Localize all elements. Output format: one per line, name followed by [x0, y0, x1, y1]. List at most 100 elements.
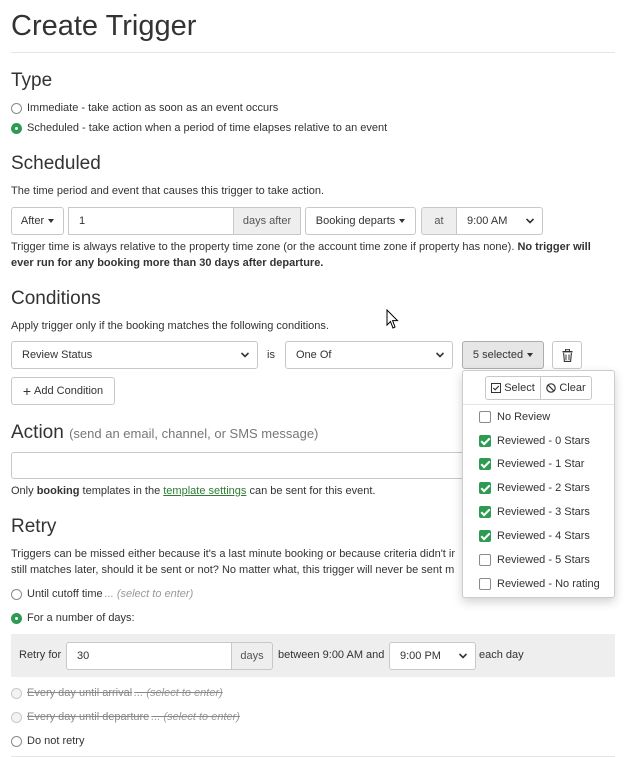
at-addon: at: [421, 207, 457, 235]
days-after-addon: days after: [233, 207, 301, 235]
dropdown-option[interactable]: No Review: [479, 411, 550, 423]
direction-label: After: [20, 215, 45, 227]
retry-option-hint: ... (select to enter): [104, 588, 194, 600]
retry-option-label: Do not retry: [27, 735, 85, 747]
event-label: Booking departs: [315, 215, 396, 227]
dropdown-option-label: Reviewed - 3 Stars: [497, 506, 590, 518]
type-option-scheduled[interactable]: Scheduled - take action when a period of…: [11, 122, 387, 134]
checkbox-checked-icon[interactable]: [479, 506, 491, 518]
delete-condition-button[interactable]: [552, 341, 582, 369]
retry-for-label: Retry for: [19, 649, 62, 661]
radio-disabled-icon[interactable]: [11, 687, 22, 699]
note-bold-text: No trigger will: [517, 241, 591, 253]
menu-divider: [463, 404, 614, 405]
caret-down-icon: [48, 219, 55, 223]
retry-option-hint: ... (select to enter): [134, 687, 223, 699]
retry-option-until-arrival[interactable]: Every day until arrival... (select to en…: [11, 687, 223, 699]
action-heading: Action (send an email, channel, or SMS m…: [11, 422, 318, 444]
radio-checked-icon[interactable]: [11, 612, 22, 624]
help-bold-part: booking: [36, 485, 80, 497]
help-text-part: templates in the: [82, 485, 161, 497]
type-option-label: Immediate - take action as soon as an ev…: [27, 102, 279, 114]
retry-each-day-label: each day: [479, 649, 524, 661]
retry-option-number-of-days[interactable]: For a number of days:: [11, 612, 135, 624]
checkbox-unchecked-icon[interactable]: [479, 554, 491, 566]
action-subheading: (send an email, channel, or SMS message): [69, 426, 319, 441]
page-title: Create Trigger: [11, 10, 197, 42]
caret-down-icon: [527, 353, 534, 357]
select-all-label: Select: [504, 382, 535, 394]
amount-input[interactable]: 1: [68, 207, 234, 235]
add-condition-button[interactable]: + Add Condition: [11, 377, 115, 405]
radio-unchecked-icon[interactable]: [11, 735, 22, 747]
retry-end-time-value: 9:00 PM: [400, 650, 441, 662]
dropdown-option[interactable]: Reviewed - 3 Stars: [479, 506, 590, 518]
retry-description-line2: still matches later, should it be sent o…: [11, 564, 455, 576]
plus-icon: +: [22, 383, 32, 399]
condition-operator-select[interactable]: One Of: [285, 341, 453, 369]
checkbox-checked-icon[interactable]: [479, 458, 491, 470]
retry-option-label: Every day until departure... (select to …: [27, 711, 240, 723]
retry-heading: Retry: [11, 516, 57, 537]
dropdown-option-label: Reviewed - 5 Stars: [497, 554, 590, 566]
chevron-down-icon: [436, 352, 444, 358]
retry-days-input[interactable]: 30: [66, 642, 232, 670]
condition-field-select[interactable]: Review Status: [11, 341, 258, 369]
template-settings-link[interactable]: template settings: [163, 485, 246, 497]
retry-option-hint: ... (select to enter): [151, 711, 240, 723]
dropdown-option[interactable]: Reviewed - No rating: [479, 578, 600, 590]
scheduled-description: The time period and event that causes th…: [11, 185, 325, 197]
radio-disabled-icon[interactable]: [11, 711, 22, 723]
conditions-description: Apply trigger only if the booking matche…: [11, 320, 329, 332]
event-dropdown[interactable]: Booking departs: [305, 207, 416, 235]
action-help-text: Only booking templates in the template s…: [11, 485, 375, 497]
clear-all-label: Clear: [559, 382, 586, 394]
retry-option-label: For a number of days:: [27, 612, 135, 624]
type-option-immediate[interactable]: Immediate - take action as soon as an ev…: [11, 102, 278, 114]
help-text-part: Only: [11, 485, 34, 497]
checkbox-check-icon: [491, 383, 502, 393]
checkbox-checked-icon[interactable]: [479, 530, 491, 542]
clear-all-button[interactable]: Clear: [540, 376, 592, 400]
action-heading-text: Action: [11, 422, 64, 443]
retry-end-time-select[interactable]: 9:00 PM: [389, 642, 476, 670]
dropdown-option[interactable]: Reviewed - 0 Stars: [479, 435, 590, 447]
retry-between-label: between 9:00 AM and: [278, 649, 385, 661]
note-text: Trigger time is always relative to the p…: [11, 241, 515, 253]
condition-is-label: is: [267, 349, 275, 361]
select-all-button[interactable]: Select: [485, 376, 541, 400]
scheduled-heading: Scheduled: [11, 153, 101, 174]
radio-checked-icon[interactable]: [11, 122, 22, 134]
dropdown-option[interactable]: Reviewed - 1 Star: [479, 458, 584, 470]
time-select[interactable]: 9:00 AM: [456, 207, 543, 235]
review-status-dropdown-menu: Select Clear No Review Reviewed - 0 Star…: [462, 370, 615, 598]
amount-value: 1: [79, 215, 86, 227]
help-text-part: can be sent for this event.: [249, 485, 376, 497]
retry-option-until-cutoff[interactable]: Until cutoff time ... (select to enter): [11, 588, 193, 600]
checkbox-checked-icon[interactable]: [479, 482, 491, 494]
direction-dropdown[interactable]: After: [11, 207, 64, 235]
time-value: 9:00 AM: [467, 215, 508, 227]
add-condition-label: Add Condition: [34, 385, 104, 397]
retry-days-value: 30: [77, 650, 90, 662]
dropdown-option[interactable]: Reviewed - 5 Stars: [479, 554, 590, 566]
chevron-down-icon: [459, 653, 467, 659]
retry-option-label: Every day until arrival... (select to en…: [27, 687, 223, 699]
caret-down-icon: [399, 219, 406, 223]
checkbox-checked-icon[interactable]: [479, 435, 491, 447]
retry-description-line1: Triggers can be missed either because it…: [11, 548, 456, 560]
dropdown-option-label: Reviewed - 4 Stars: [497, 530, 590, 542]
chevron-down-icon: [526, 218, 534, 224]
checkbox-unchecked-icon[interactable]: [479, 578, 491, 590]
condition-values-multiselect[interactable]: 5 selected: [462, 341, 544, 369]
radio-unchecked-icon[interactable]: [11, 102, 22, 114]
type-option-label: Scheduled - take action when a period of…: [27, 122, 388, 134]
dropdown-option[interactable]: Reviewed - 2 Stars: [479, 482, 590, 494]
retry-option-until-departure[interactable]: Every day until departure... (select to …: [11, 711, 240, 723]
radio-unchecked-icon[interactable]: [11, 588, 22, 600]
dropdown-option[interactable]: Reviewed - 4 Stars: [479, 530, 590, 542]
checkbox-unchecked-icon[interactable]: [479, 411, 491, 423]
ban-icon: [546, 383, 557, 393]
retry-option-do-not-retry[interactable]: Do not retry: [11, 735, 84, 747]
dropdown-option-label: Reviewed - 2 Stars: [497, 482, 590, 494]
